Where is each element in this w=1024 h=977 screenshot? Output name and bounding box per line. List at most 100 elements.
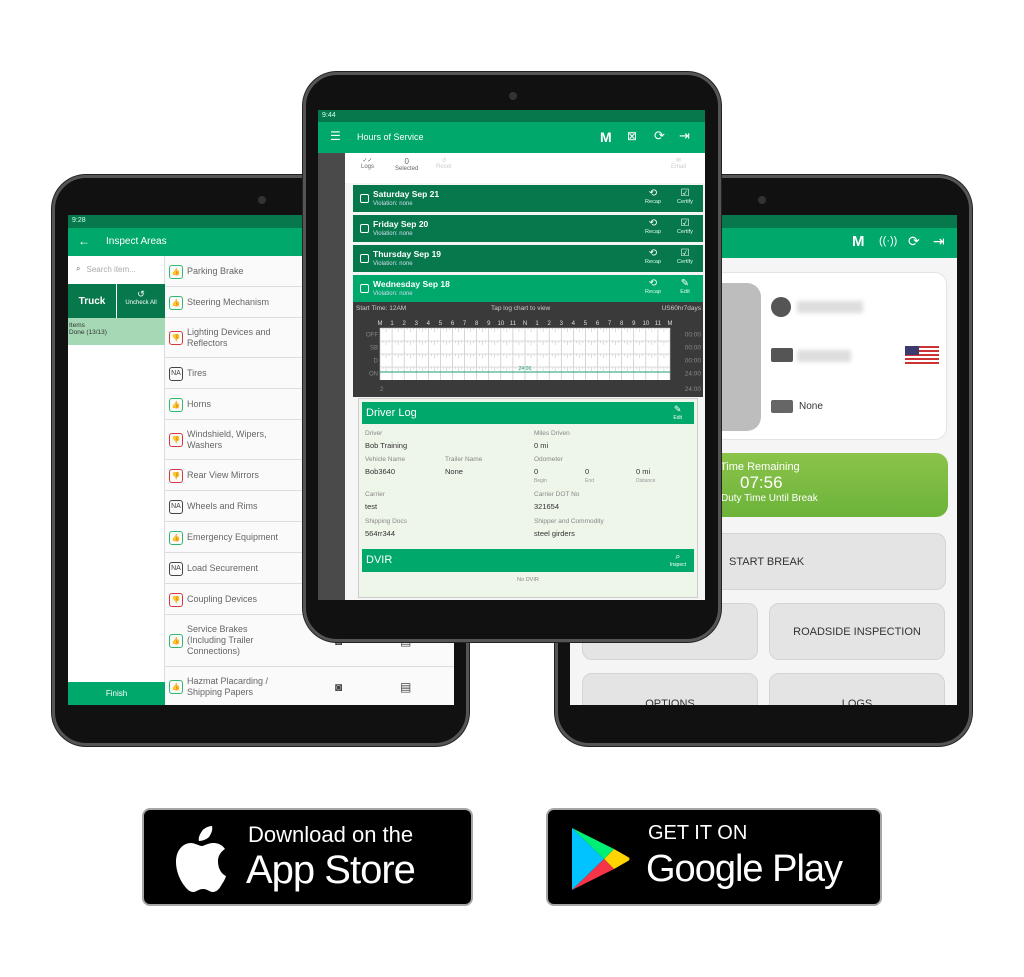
inspect-item-label: Load Securement xyxy=(187,562,259,573)
day-checkbox[interactable] xyxy=(360,194,369,203)
day-log-row[interactable]: Saturday Sep 21 Violation: none ⟲ Recap ☑ Cer… xyxy=(353,185,703,212)
search-input[interactable]: ⌕ Search item... xyxy=(68,256,165,282)
day-checkbox[interactable] xyxy=(360,254,369,263)
inspect-item-label: Coupling Devices xyxy=(187,593,258,604)
history-icon: ⟲ xyxy=(648,278,658,289)
apple-logo-icon xyxy=(176,826,226,892)
wireless-icon[interactable]: ((·)) xyxy=(879,235,897,247)
thumbs-down-icon[interactable]: 👎 xyxy=(169,592,183,607)
thumbs-up-icon[interactable]: 👍 xyxy=(169,530,183,545)
truck-tab[interactable]: Truck xyxy=(68,284,116,318)
inspect-item-label: Tires xyxy=(187,367,207,378)
camera xyxy=(258,196,266,204)
hour-tick-label: N xyxy=(523,321,527,327)
clipboard-check-icon: ☑ xyxy=(680,248,690,259)
thumbs-up-icon[interactable]: 👍 xyxy=(169,634,183,648)
thumbs-up-icon[interactable]: 👍 xyxy=(169,295,183,310)
inspect-item-label: Rear View Mirrors xyxy=(187,469,259,480)
roadside-inspection-button[interactable]: ROADSIDE INSPECTION xyxy=(769,603,945,660)
m-button[interactable]: M xyxy=(600,129,612,145)
hour-tick-label: 9 xyxy=(487,321,491,327)
menu-icon[interactable]: ☰ xyxy=(330,129,341,143)
inspect-item-label: Horns xyxy=(187,398,212,409)
hour-tick-label: 2 xyxy=(402,321,406,327)
hour-tick-label: 7 xyxy=(608,321,612,327)
grand-total: 24:00 xyxy=(685,386,702,393)
pencil-icon: ✎ xyxy=(673,404,682,414)
hour-tick-label: 8 xyxy=(475,321,479,327)
edit-button[interactable]: ✎ Edit xyxy=(671,278,699,295)
dvir-header: DVIR ⌕ Inspect xyxy=(362,549,694,572)
day-checkbox[interactable] xyxy=(360,284,369,293)
recap-button[interactable]: ⟲ Recap xyxy=(639,278,667,295)
app-store-badge[interactable]: Download on the App Store xyxy=(142,808,473,906)
logout-icon[interactable]: ⇥ xyxy=(679,128,690,144)
history-icon: ⟲ xyxy=(648,218,658,229)
hour-tick-label: 7 xyxy=(463,321,467,327)
log-grid[interactable]: M 1 2 3 4 5 6 7 8 9 10 11 N 1 2 3 4 5 6 7 8 9 10 11 MOFF 00:00SB 0… xyxy=(353,316,703,396)
undo-icon: ↺ xyxy=(137,289,145,299)
reset-button[interactable]: ↺ Reset xyxy=(436,157,452,170)
recap-button[interactable]: ⟲ Recap xyxy=(639,248,667,265)
duty-status-label: SB xyxy=(370,346,378,352)
thumbs-up-icon[interactable]: 👍 xyxy=(169,680,183,694)
logs-button[interactable]: LOGS xyxy=(769,673,945,705)
hour-tick-label: 5 xyxy=(584,321,588,327)
history-icon: ⟲ xyxy=(648,248,658,259)
inspect-item-label: Service Brakes (Including Trailer Connec… xyxy=(187,624,254,656)
hour-tick-label: 1 xyxy=(390,321,394,327)
logs-button[interactable]: ✓✓ Logs xyxy=(361,157,374,170)
day-checkbox[interactable] xyxy=(360,224,369,233)
na-icon[interactable]: NA xyxy=(169,366,183,381)
log-chart[interactable]: Start Time: 12AM Tap log chart to view U… xyxy=(353,302,703,397)
network-icon[interactable]: ⊠ xyxy=(627,129,637,143)
email-button[interactable]: ✉ Email xyxy=(671,157,686,170)
finish-button[interactable]: Finish xyxy=(68,682,165,705)
certify-button[interactable]: ☑ Certify xyxy=(671,188,699,205)
thumbs-up-icon[interactable]: 👍 xyxy=(169,397,183,412)
thumbs-down-icon[interactable]: 👎 xyxy=(169,331,183,345)
hour-tick-label: M xyxy=(378,321,383,327)
day-log-row[interactable]: Thursday Sep 19 Violation: none ⟲ Recap ☑ Cer… xyxy=(353,245,703,272)
options-button[interactable]: OPTIONS xyxy=(582,673,758,705)
inspect-button[interactable]: ⌕ Inspect xyxy=(670,551,686,568)
row-total: 24:00 xyxy=(685,371,702,378)
items-summary[interactable]: Items Done (13/13) xyxy=(68,318,165,345)
row-total: 00:00 xyxy=(685,332,702,339)
na-icon[interactable]: NA xyxy=(169,499,183,514)
pencil-icon: ✎ xyxy=(680,278,690,289)
uncheck-all-button[interactable]: ↺ Uncheck All xyxy=(117,284,165,318)
thumbs-up-icon[interactable]: 👍 xyxy=(169,264,183,279)
hour-tick-label: 3 xyxy=(415,321,419,327)
truck-icon xyxy=(771,348,793,362)
refresh-icon[interactable]: ⟳ xyxy=(654,128,665,144)
inspect-item-label: Lighting Devices and Reflectors xyxy=(187,326,271,348)
certify-button[interactable]: ☑ Certify xyxy=(671,218,699,235)
hour-tick-label: 5 xyxy=(439,321,443,327)
inspect-item-label: Emergency Equipment xyxy=(187,531,279,542)
na-icon[interactable]: NA xyxy=(169,561,183,576)
m-button[interactable]: M xyxy=(852,233,865,250)
inspect-item-label: Windshield, Wipers, Washers xyxy=(187,428,267,450)
inspect-item-label: Hazmat Placarding / Shipping Papers xyxy=(187,675,269,697)
hour-tick-label: 3 xyxy=(560,321,564,327)
logout-icon[interactable]: ⇥ xyxy=(933,233,945,250)
arrow-left-icon[interactable]: ← xyxy=(78,234,90,248)
day-log-row[interactable]: Friday Sep 20 Violation: none ⟲ Recap ☑ Certi… xyxy=(353,215,703,242)
day-log-row[interactable]: Wednesday Sep 18 Violation: none ⟲ Recap ✎ Ed… xyxy=(353,275,703,302)
refresh-icon[interactable]: ⟳ xyxy=(908,233,920,250)
thumbs-down-icon[interactable]: 👎 xyxy=(169,433,183,447)
certify-button[interactable]: ☑ Certify xyxy=(671,248,699,265)
left-panel: ⌕ Search item... Truck ↺ Uncheck All Items… xyxy=(68,256,165,705)
thumbs-down-icon[interactable]: 👎 xyxy=(169,468,183,483)
recap-button[interactable]: ⟲ Recap xyxy=(639,218,667,235)
page-title: Inspect Areas xyxy=(106,236,167,247)
google-play-badge[interactable]: GET IT ON Google Play xyxy=(546,808,882,906)
recap-button[interactable]: ⟲ Recap xyxy=(639,188,667,205)
edit-button[interactable]: ✎ Edit xyxy=(673,404,682,421)
page-title: Hours of Service xyxy=(357,132,424,142)
camera-icon[interactable]: ◙ xyxy=(335,680,342,694)
comment-icon[interactable]: ▤ xyxy=(400,680,411,694)
inspect-item[interactable]: 👍 Hazmat Placarding / Shipping Papers ◙ ▤ xyxy=(165,667,454,705)
hour-tick-label: 10 xyxy=(497,321,504,327)
